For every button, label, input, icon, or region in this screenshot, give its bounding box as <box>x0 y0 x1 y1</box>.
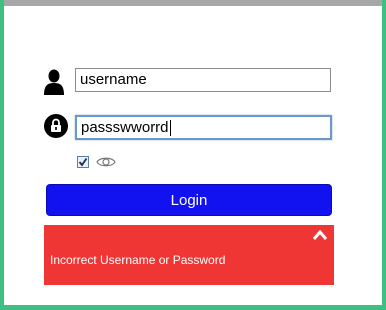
login-button[interactable]: Login <box>46 184 332 216</box>
username-field[interactable]: username <box>75 68 331 92</box>
checkmark-icon <box>78 157 88 167</box>
top-bar <box>4 0 382 6</box>
user-icon <box>44 69 64 95</box>
error-message: Incorrect Username or Password <box>50 253 226 267</box>
chevron-up-icon[interactable] <box>312 229 328 241</box>
error-alert: Incorrect Username or Password <box>44 225 334 285</box>
show-password-checkbox[interactable] <box>77 156 89 168</box>
password-field[interactable]: passswworrd <box>75 115 332 140</box>
lock-icon <box>44 114 68 138</box>
text-caret <box>169 120 171 137</box>
eye-icon[interactable] <box>96 155 116 169</box>
password-text: passswworrd <box>81 119 169 136</box>
